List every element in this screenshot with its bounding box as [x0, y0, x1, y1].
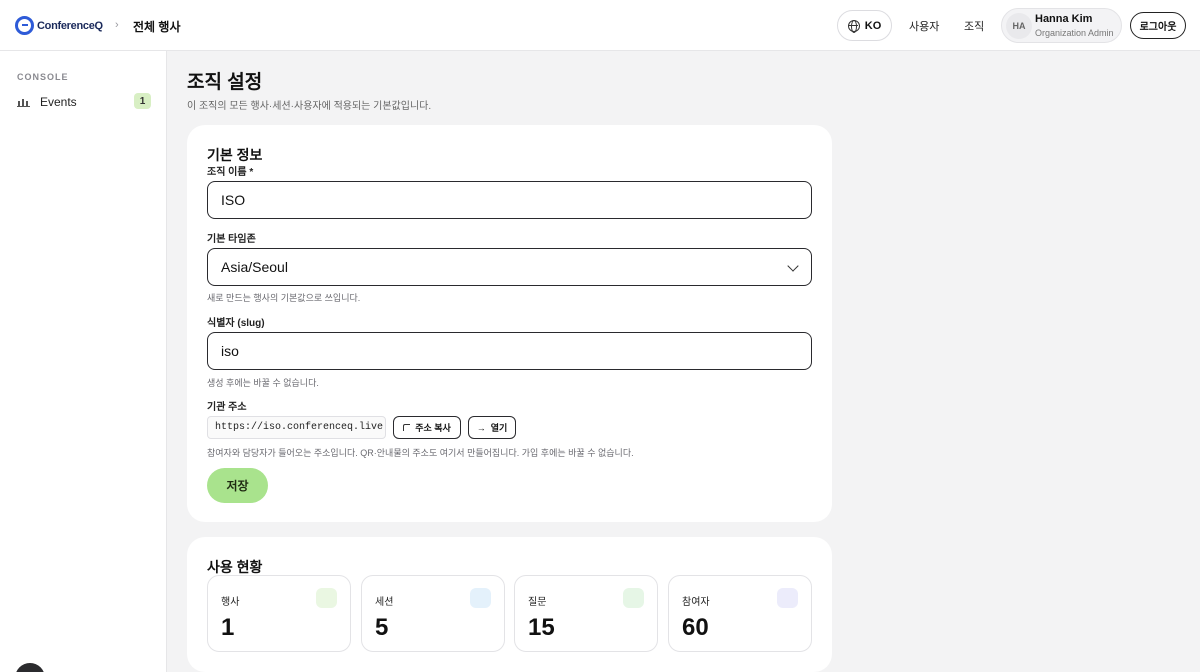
copy-address-button[interactable]: 주소 복사: [393, 416, 461, 439]
copy-icon: [403, 424, 411, 431]
timezone-help: 새로 만드는 행사의 기본값으로 쓰입니다.: [207, 293, 361, 303]
open-address-button[interactable]: → 열기: [468, 416, 516, 439]
app-logo[interactable]: ConferenceQ: [15, 16, 103, 35]
stat-label: 행사: [221, 597, 240, 608]
page-subtitle: 이 조직의 모든 행사·세션·사용자에 적용되는 기본값입니다.: [187, 101, 432, 112]
copy-label: 주소 복사: [415, 423, 451, 433]
avatar: HA: [1006, 13, 1032, 39]
org-name-label: 조직 이름 *: [207, 167, 254, 178]
stat-value: 60: [682, 614, 709, 641]
timezone-value: Asia/Seoul: [221, 259, 288, 275]
org-name-input[interactable]: [207, 181, 812, 219]
globe-icon: [847, 19, 860, 33]
count-badge: 1: [134, 93, 151, 109]
stat-icon: [777, 588, 798, 608]
user-role: Organization Admin: [1035, 28, 1114, 38]
address-label: 기관 주소: [207, 402, 247, 413]
arrow-right-icon: →: [476, 422, 486, 433]
address-url: https://iso.conferenceq.live: [207, 416, 386, 439]
stat-value: 1: [221, 614, 235, 641]
slug-label: 식별자 (slug): [207, 318, 265, 329]
language-button[interactable]: KO: [837, 10, 892, 41]
save-button[interactable]: 저장: [207, 468, 268, 503]
open-label: 열기: [490, 423, 508, 433]
stat-questions: 질문 15: [514, 575, 658, 652]
stat-icon: [316, 588, 337, 608]
events-icon: [17, 97, 31, 107]
stat-value: 5: [375, 614, 389, 641]
user-name: Hanna Kim: [1035, 13, 1093, 25]
top-header: ConferenceQ › 전체 행사 KO 사용자 조직 HA Hanna K…: [0, 0, 1200, 51]
sidebar-item-events[interactable]: Events 1: [17, 91, 151, 113]
card-title: 사용 현황: [207, 559, 263, 575]
stat-label: 참여자: [682, 597, 710, 608]
breadcrumb[interactable]: 전체 행사: [133, 18, 181, 35]
stat-sessions: 세션 5: [361, 575, 505, 652]
stat-label: 질문: [528, 597, 547, 608]
logout-button[interactable]: 로그아웃: [1130, 12, 1186, 39]
card-title: 기본 정보: [207, 147, 263, 163]
sidebar: CONSOLE Events 1: [0, 51, 167, 672]
stat-icon: [623, 588, 644, 608]
stat-label: 세션: [375, 597, 394, 608]
language-label: KO: [864, 19, 882, 32]
help-button[interactable]: [15, 663, 45, 672]
sidebar-heading: CONSOLE: [17, 72, 69, 82]
slug-help: 생성 후에는 바꿀 수 없습니다.: [207, 378, 319, 388]
timezone-label: 기본 타임존: [207, 234, 256, 245]
usage-card: 사용 현황 행사 1 세션 5 질문 15 참여자 60: [187, 537, 832, 672]
slug-input[interactable]: [207, 332, 812, 370]
stat-participants: 참여자 60: [668, 575, 812, 652]
stat-value: 15: [528, 614, 555, 641]
logo-text: ConferenceQ: [37, 19, 103, 32]
stat-icon: [470, 588, 491, 608]
timezone-select[interactable]: Asia/Seoul: [207, 248, 812, 286]
sidebar-item-label: Events: [40, 95, 77, 109]
chevron-down-icon: [787, 260, 799, 272]
stat-events: 행사 1: [207, 575, 351, 652]
basic-info-card: 기본 정보 조직 이름 * 기본 타임존 Asia/Seoul 새로 만드는 행…: [187, 125, 832, 522]
address-help: 참여자와 담당자가 들어오는 주소입니다. QR·안내물의 주소도 여기서 만들…: [207, 448, 634, 458]
nav-org-link[interactable]: 조직: [964, 18, 984, 34]
chevron-right-icon: ›: [115, 19, 119, 31]
logo-icon: [15, 16, 34, 35]
user-menu[interactable]: HA Hanna Kim Organization Admin: [1001, 8, 1122, 43]
page-title: 조직 설정: [187, 72, 263, 93]
nav-users-link[interactable]: 사용자: [909, 18, 939, 34]
